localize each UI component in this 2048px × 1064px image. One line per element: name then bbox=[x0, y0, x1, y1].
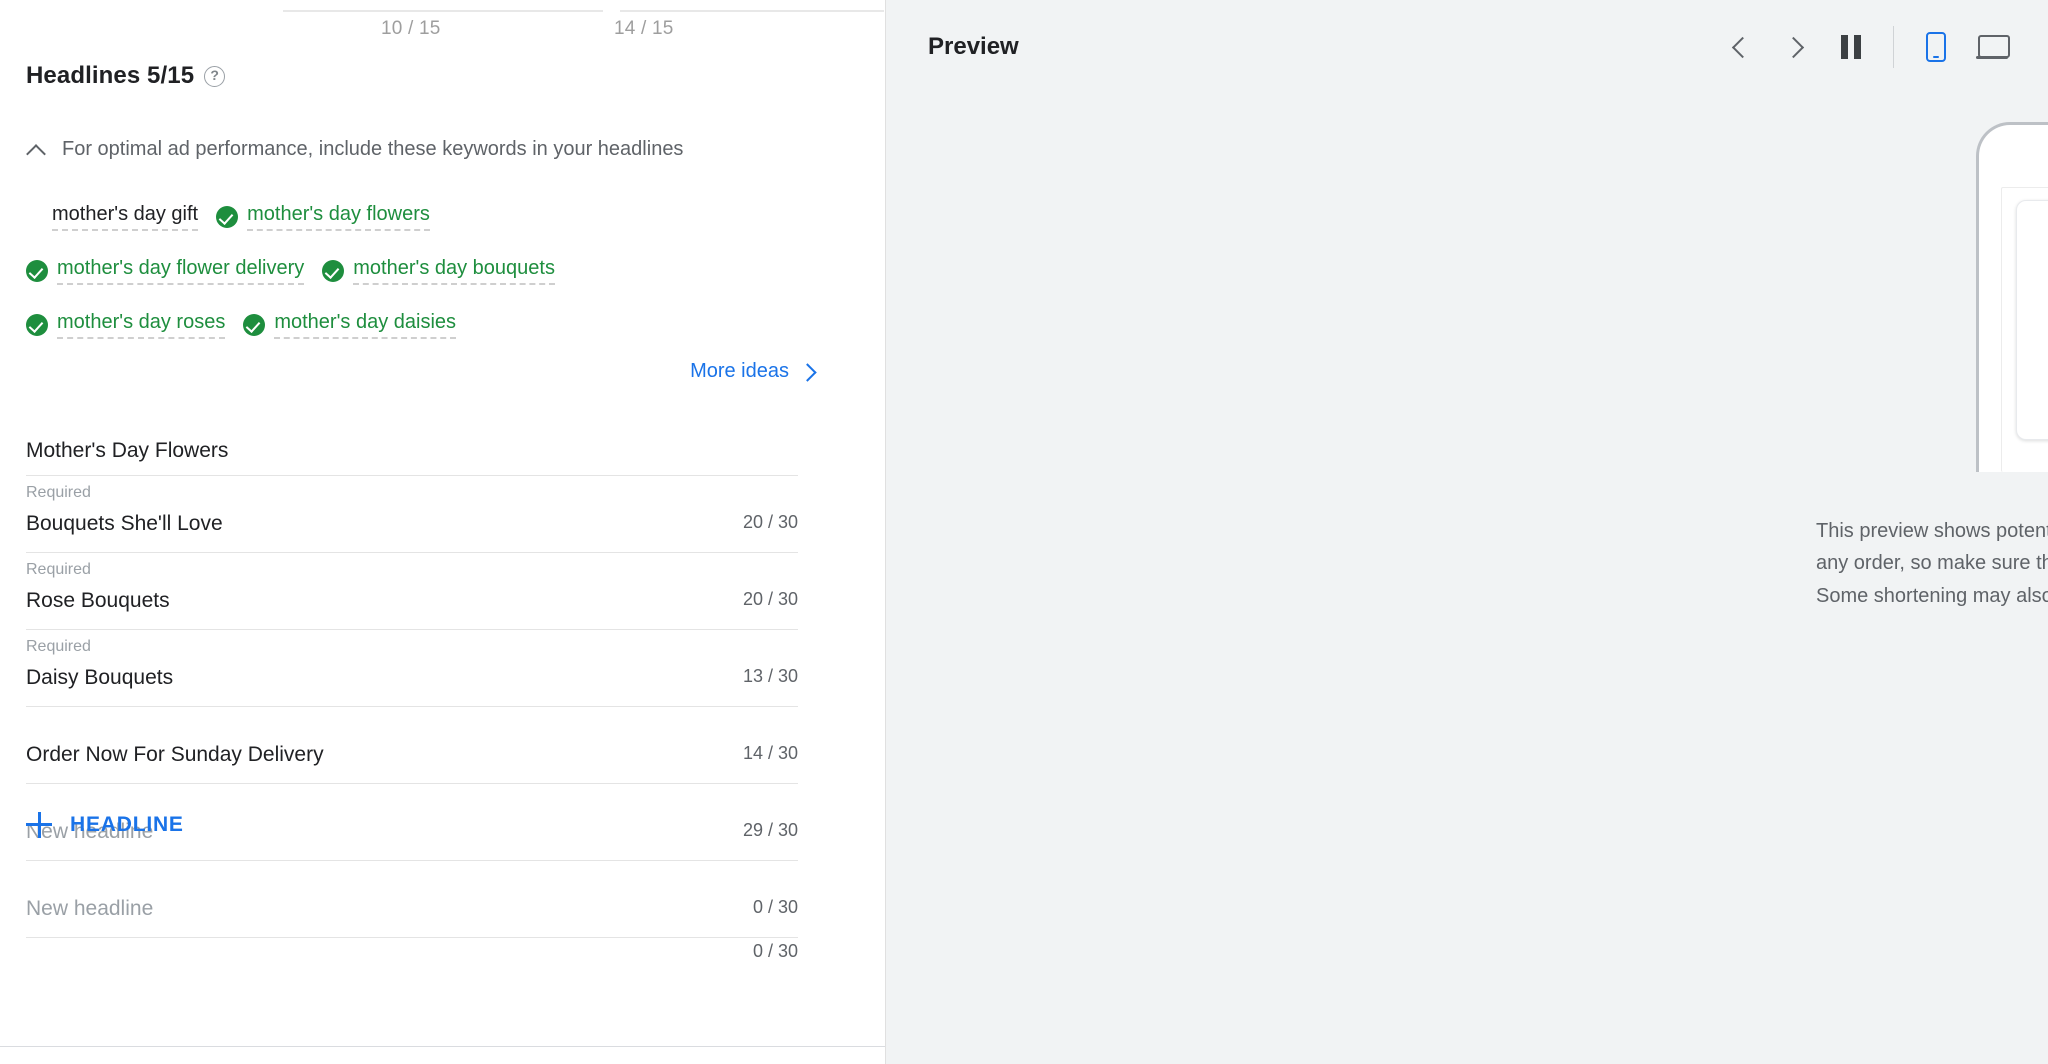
keyword-chip[interactable]: mother's day gift bbox=[52, 203, 199, 231]
check-circle-icon bbox=[216, 206, 239, 228]
keyword-row: mother's day flower delivery mother's da… bbox=[26, 244, 826, 298]
ad-editor-screen: 10 / 15 14 / 15 Headlines 5/15 ? For opt… bbox=[0, 0, 2048, 1064]
chevron-right-icon bbox=[1786, 38, 1804, 56]
keyword-label: mother's day flower delivery bbox=[57, 257, 305, 285]
phone-screen: Ad · www.denverflorist.com/mothersday i … bbox=[2001, 187, 2048, 472]
chevron-right-icon bbox=[799, 364, 815, 380]
desktop-device-icon bbox=[1976, 34, 2010, 59]
check-circle-icon bbox=[322, 260, 345, 282]
keyword-label: mother's day bouquets bbox=[353, 257, 555, 285]
headline-row[interactable]: Required Bouquets She'll Love 20 / 30 bbox=[26, 476, 798, 553]
mobile-view-button[interactable] bbox=[1908, 19, 1964, 75]
more-ideas-label: More ideas bbox=[690, 360, 789, 382]
keyword-hint-text: For optimal ad performance, include thes… bbox=[62, 138, 684, 160]
headline-row[interactable]: New headline 0 / 30 bbox=[26, 861, 798, 938]
disclaimer-text: This preview shows potential ads assembl… bbox=[1816, 520, 2048, 607]
keyword-suggestions: mother's day gift mother's day flowers m… bbox=[26, 190, 826, 352]
headline-counter: 20 / 30 bbox=[742, 512, 798, 532]
preview-title: Preview bbox=[928, 32, 1019, 60]
headline-row[interactable]: 0 / 30 bbox=[26, 938, 798, 980]
headline-counter: 20 / 30 bbox=[742, 589, 798, 609]
keyword-chip[interactable]: mother's day flowers bbox=[216, 203, 430, 231]
headline-value[interactable]: New headline bbox=[26, 897, 153, 921]
add-headline-button[interactable]: HEADLINE bbox=[26, 812, 184, 838]
headlines-panel: 10 / 15 14 / 15 Headlines 5/15 ? For opt… bbox=[0, 0, 886, 1064]
headline-counter: 29 / 30 bbox=[742, 820, 798, 840]
keyword-hint-header: For optimal ad performance, include thes… bbox=[26, 138, 683, 161]
more-ideas-link[interactable]: More ideas bbox=[690, 360, 815, 383]
top-counters-row: 10 / 15 14 / 15 bbox=[0, 10, 885, 46]
headline-value[interactable]: Order Now For Sunday Delivery bbox=[26, 743, 324, 767]
previous-preview-button[interactable] bbox=[1711, 19, 1767, 75]
headline-input-list: Mother's Day Flowers Required Bouquets S… bbox=[26, 412, 798, 980]
check-circle-icon bbox=[26, 260, 48, 282]
headline-row[interactable]: Order Now For Sunday Delivery 14 / 30 bbox=[26, 707, 798, 784]
page-title: Headlines 5/15 bbox=[26, 62, 195, 89]
chevron-up-icon[interactable] bbox=[26, 139, 48, 161]
keyword-chip[interactable]: mother's day flower delivery bbox=[26, 257, 305, 285]
preview-disclaimer: This preview shows potential ads assembl… bbox=[1816, 515, 2048, 612]
keyword-chip[interactable]: mother's day daisies bbox=[243, 311, 457, 339]
headline-row[interactable]: Required Rose Bouquets 20 / 30 bbox=[26, 553, 798, 630]
headline-value[interactable]: Daisy Bouquets bbox=[26, 666, 173, 690]
headline-required-label: Required bbox=[26, 561, 91, 578]
keyword-row: mother's day gift mother's day flowers bbox=[26, 190, 826, 244]
keyword-label: mother's day flowers bbox=[247, 203, 430, 231]
preview-panel: Preview This preview shows poten any ord… bbox=[886, 0, 2048, 1064]
headlines-panel-inner: 10 / 15 14 / 15 Headlines 5/15 ? For opt… bbox=[0, 0, 885, 1064]
keyword-label: mother's day gift bbox=[52, 203, 199, 231]
headline-counter: 0 / 30 bbox=[752, 897, 798, 917]
plus-icon bbox=[26, 812, 52, 838]
headline-value[interactable]: Rose Bouquets bbox=[26, 589, 170, 613]
keyword-chip[interactable]: mother's day roses bbox=[26, 311, 226, 339]
keyword-label: mother's day roses bbox=[57, 311, 226, 339]
top-divider-right bbox=[620, 10, 884, 12]
headlines-title-row: Headlines 5/15 ? bbox=[26, 62, 226, 90]
keyword-row: mother's day roses mother's day daisies bbox=[26, 298, 826, 352]
chevron-left-icon bbox=[1730, 38, 1748, 56]
next-preview-button[interactable] bbox=[1767, 19, 1823, 75]
pause-preview-button[interactable] bbox=[1823, 19, 1879, 75]
desktop-view-button[interactable] bbox=[1964, 19, 2020, 75]
headline-required-label: Required bbox=[26, 638, 91, 655]
controls-divider bbox=[1893, 25, 1894, 68]
check-circle-icon bbox=[243, 314, 266, 336]
ad-preview-card: Ad · www.denverflorist.com/mothersday i … bbox=[2016, 200, 2048, 440]
preview-header: Preview bbox=[886, 0, 2048, 93]
phone-mockup: Ad · www.denverflorist.com/mothersday i … bbox=[1976, 122, 2048, 472]
left-panel-footer bbox=[0, 1046, 885, 1064]
keyword-chip[interactable]: mother's day bouquets bbox=[322, 257, 555, 285]
mobile-device-icon bbox=[1926, 31, 1946, 62]
headline-required-label: Required bbox=[26, 484, 91, 501]
headline-row[interactable]: Mother's Day Flowers bbox=[26, 412, 798, 476]
headline-counter: 13 / 30 bbox=[742, 666, 798, 686]
keyword-label: mother's day daisies bbox=[274, 311, 457, 339]
top-counter-1: 10 / 15 bbox=[381, 18, 441, 39]
help-icon[interactable]: ? bbox=[204, 65, 226, 87]
pause-icon bbox=[1841, 34, 1861, 59]
check-circle-icon bbox=[26, 314, 48, 336]
headline-value[interactable]: Mother's Day Flowers bbox=[26, 439, 228, 463]
add-headline-label: HEADLINE bbox=[70, 813, 184, 836]
headline-counter: 14 / 30 bbox=[742, 743, 798, 763]
top-divider-left bbox=[283, 10, 603, 12]
top-counter-2: 14 / 15 bbox=[614, 18, 674, 39]
headline-counter: 0 / 30 bbox=[752, 941, 798, 961]
headline-value[interactable]: Bouquets She'll Love bbox=[26, 512, 223, 536]
headline-row[interactable]: Required Daisy Bouquets 13 / 30 bbox=[26, 630, 798, 707]
preview-controls bbox=[1711, 0, 2020, 93]
